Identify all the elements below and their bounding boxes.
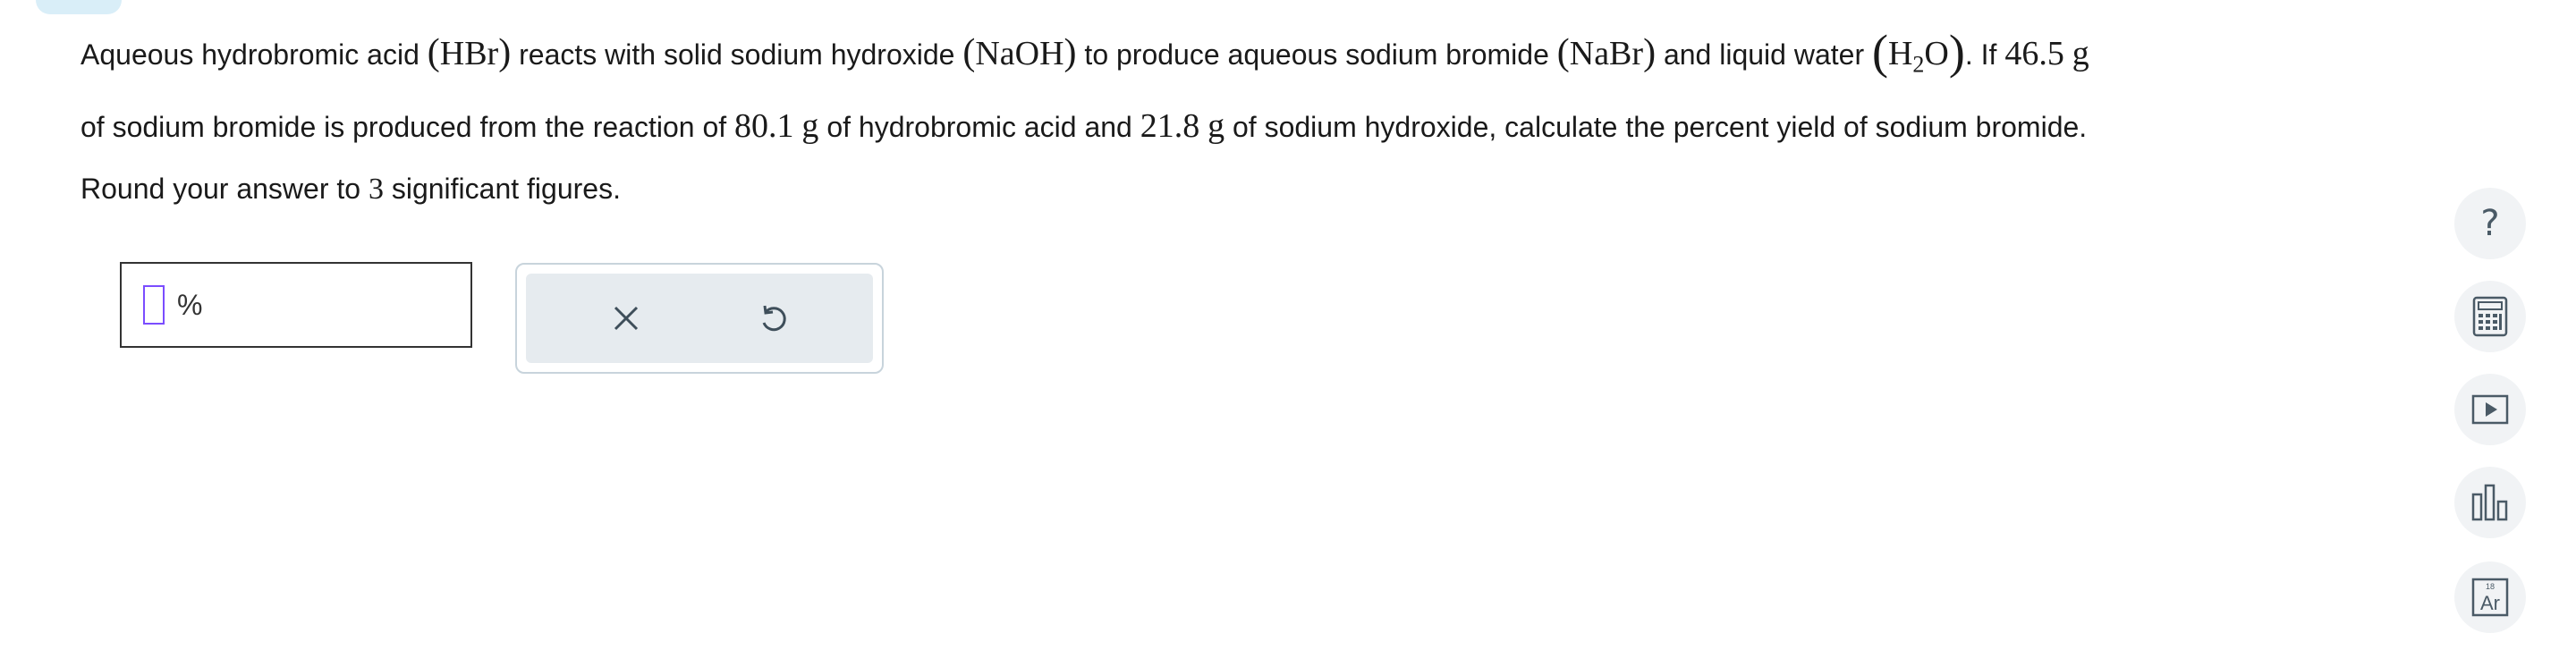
action-panel	[515, 263, 884, 374]
h2o-subscript: 2	[1912, 51, 1925, 78]
video-button[interactable]	[2454, 374, 2526, 445]
formula-hbr: HBr	[439, 35, 499, 72]
percent-unit: %	[177, 289, 203, 321]
mass-hbr: 80.1	[734, 106, 794, 145]
calculator-button[interactable]	[2454, 281, 2526, 352]
problem-line-1: Aqueous hydrobromic acid (HBr) reacts wi…	[80, 21, 2406, 96]
h2o-o: O	[1924, 35, 1949, 72]
instruction-before: Round your answer to	[80, 173, 369, 205]
help-icon: ?	[2480, 203, 2500, 244]
paren: (	[1871, 25, 1888, 79]
video-icon	[2471, 394, 2509, 425]
paren: (	[1556, 32, 1570, 73]
x-icon	[614, 306, 639, 331]
answer-cursor[interactable]	[143, 285, 165, 325]
periodic-table-button[interactable]: 18 Ar	[2454, 561, 2526, 633]
action-panel-inner	[526, 274, 873, 363]
unit-g: g	[1208, 106, 1225, 145]
mass-naoh: 21.8	[1140, 106, 1200, 145]
periodic-symbol: Ar	[2480, 592, 2500, 614]
help-button[interactable]: ?	[2454, 188, 2526, 259]
periodic-table-icon: 18 Ar	[2471, 578, 2509, 617]
data-chart-icon	[2471, 484, 2508, 521]
undo-button[interactable]	[744, 290, 801, 347]
text-segment: to produce aqueous sodium bromide	[1076, 38, 1557, 71]
top-tab	[36, 0, 122, 14]
formula-h2o: H2O	[1887, 35, 1949, 78]
sig-fig-count: 3	[368, 173, 384, 206]
text-segment: of sodium hydroxide, calculate the perce…	[1224, 110, 2088, 143]
paren: )	[1063, 32, 1077, 73]
text-segment: and liquid water	[1656, 38, 1872, 71]
formula-naoh: NaOH	[975, 35, 1064, 72]
instruction-text: Round your answer to 3 significant figur…	[80, 166, 621, 212]
problem-text: Aqueous hydrobromic acid (HBr) reacts wi…	[80, 21, 2406, 157]
text-segment: . If	[1964, 38, 2005, 71]
paren: )	[1643, 32, 1657, 73]
unit-g: g	[2072, 35, 2089, 72]
paren: )	[498, 32, 512, 73]
periodic-number: 18	[2486, 582, 2495, 591]
instruction-after: significant figures.	[383, 173, 621, 205]
formula-nabr: NaBr	[1569, 35, 1644, 72]
text-segment: Aqueous hydrobromic acid	[80, 38, 428, 71]
text-segment: of hydrobromic acid and	[818, 110, 1140, 143]
undo-icon	[762, 305, 786, 332]
text-segment: of sodium bromide is produced from the r…	[80, 110, 735, 143]
unit-g: g	[801, 106, 819, 145]
paren: (	[962, 32, 976, 73]
answer-input[interactable]: %	[120, 262, 472, 348]
data-chart-button[interactable]	[2454, 467, 2526, 538]
mass-nabr: 46.5	[2004, 35, 2064, 72]
problem-line-2: of sodium bromide is produced from the r…	[80, 96, 2406, 157]
clear-button[interactable]	[597, 290, 655, 347]
paren: )	[1948, 25, 1965, 79]
calculator-icon	[2472, 296, 2508, 337]
h2o-h: H	[1887, 35, 1913, 72]
text-segment: reacts with solid sodium hydroxide	[511, 38, 963, 71]
paren: (	[427, 32, 440, 73]
